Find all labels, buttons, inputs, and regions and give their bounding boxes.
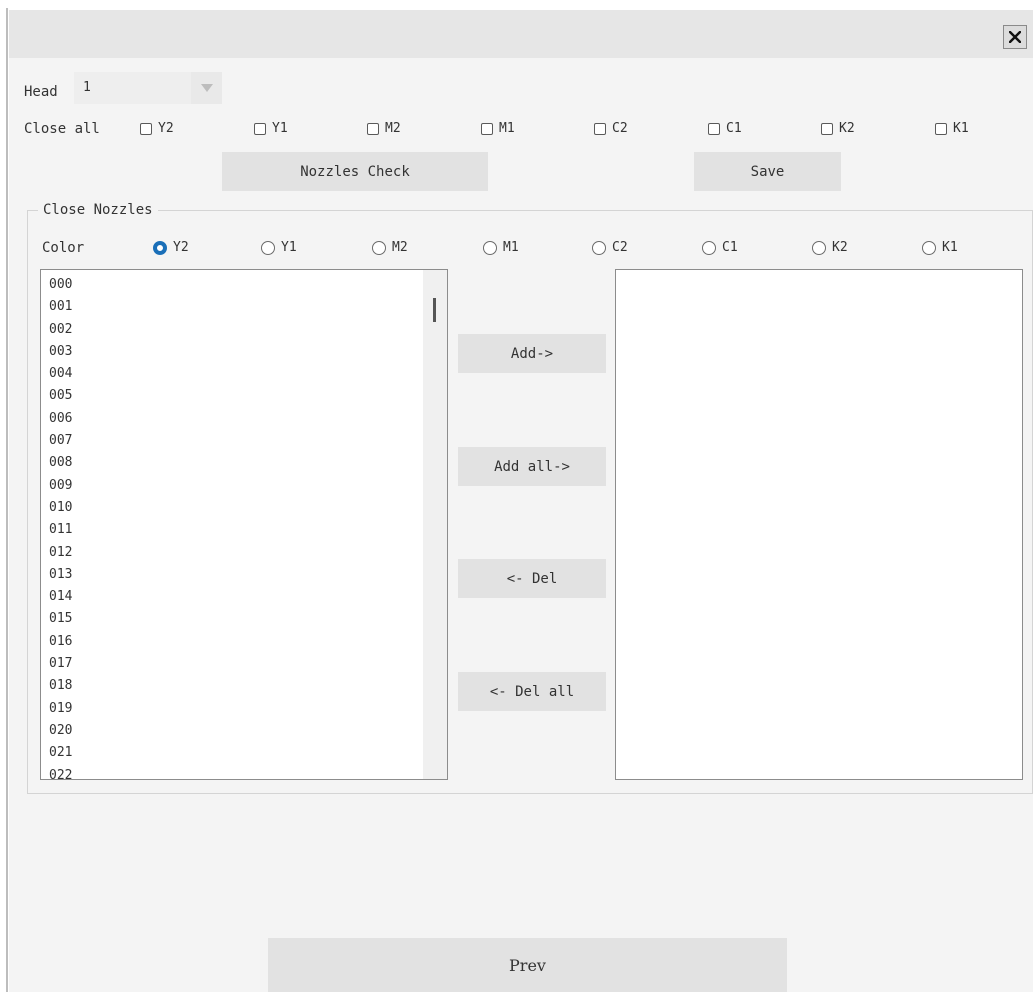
available-nozzles-items: 000 001 002 003 004 005 006 007 008 009 010 011 012 0… [41,274,72,779]
color-radio-k2[interactable]: K2 [812,240,848,255]
list-item[interactable]: 007 [41,430,72,452]
checkbox-label: C1 [726,121,742,136]
close-all-checkbox-y1[interactable]: Y1 [254,121,288,136]
checkbox-label: K2 [839,121,855,136]
checkbox-box[interactable] [821,122,833,135]
radio-dot[interactable] [812,240,826,255]
checkbox-box[interactable] [708,122,720,135]
list-item[interactable]: 005 [41,385,72,407]
radio-label: K1 [942,240,958,255]
list-item[interactable]: 006 [41,408,72,430]
color-radio-m2[interactable]: M2 [372,240,408,255]
list-item[interactable]: 001 [41,296,72,318]
close-all-label: Close all [24,121,100,137]
list-item[interactable]: 003 [41,341,72,363]
radio-label: Y1 [281,240,297,255]
list-item[interactable]: 004 [41,363,72,385]
checkbox-label: K1 [953,121,969,136]
radio-dot[interactable] [483,240,497,255]
list-item[interactable]: 011 [41,519,72,541]
radio-label: M2 [392,240,408,255]
head-select[interactable]: 1 [74,72,222,104]
radio-dot[interactable] [153,240,167,255]
list-item[interactable]: 020 [41,720,72,742]
color-radio-y1[interactable]: Y1 [261,240,297,255]
close-icon [1009,31,1021,43]
checkbox-label: Y2 [158,121,174,136]
color-label: Color [42,240,85,256]
radio-label: M1 [503,240,519,255]
list-item[interactable]: 021 [41,742,72,764]
list-item[interactable]: 015 [41,608,72,630]
close-all-checkbox-m2[interactable]: M2 [367,121,401,136]
list-item[interactable]: 012 [41,542,72,564]
checkbox-label: Y1 [272,121,288,136]
close-all-checkbox-c1[interactable]: C1 [708,121,742,136]
list-item[interactable]: 016 [41,631,72,653]
close-all-checkbox-k1[interactable]: K1 [935,121,969,136]
checkbox-label: M1 [499,121,515,136]
save-button[interactable]: Save [694,152,841,191]
list-item[interactable]: 018 [41,675,72,697]
list-item[interactable]: 014 [41,586,72,608]
del-all-button[interactable]: <- Del all [458,672,606,711]
radio-dot[interactable] [372,240,386,255]
head-label: Head [24,84,58,100]
list-item[interactable]: 022 [41,765,72,779]
radio-label: C1 [722,240,738,255]
radio-label: Y2 [173,240,189,255]
head-select-value: 1 [83,80,91,95]
color-radio-c2[interactable]: C2 [592,240,628,255]
radio-dot[interactable] [922,240,936,255]
list-item[interactable]: 013 [41,564,72,586]
list-item[interactable]: 002 [41,319,72,341]
add-all-button[interactable]: Add all-> [458,447,606,486]
color-radio-k1[interactable]: K1 [922,240,958,255]
list-item[interactable]: 000 [41,274,72,296]
window-edge [0,0,9,992]
checkbox-box[interactable] [140,122,152,135]
radio-dot[interactable] [261,240,275,255]
del-button[interactable]: <- Del [458,559,606,598]
list-item[interactable]: 008 [41,452,72,474]
close-all-checkbox-y2[interactable]: Y2 [140,121,174,136]
color-radio-y2[interactable]: Y2 [153,240,189,255]
checkbox-box[interactable] [367,122,379,135]
close-nozzles-title: Close Nozzles [38,202,158,218]
checkbox-label: M2 [385,121,401,136]
available-nozzles-list[interactable]: 000 001 002 003 004 005 006 007 008 009 010 011 012 0… [40,269,448,780]
list-item[interactable]: 019 [41,698,72,720]
close-button[interactable] [1003,25,1027,49]
list-item[interactable]: 010 [41,497,72,519]
scrollbar-thumb[interactable] [433,298,436,322]
checkbox-box[interactable] [935,122,947,135]
checkbox-label: C2 [612,121,628,136]
list-item[interactable]: 009 [41,475,72,497]
checkbox-box[interactable] [254,122,266,135]
nozzles-check-button[interactable]: Nozzles Check [222,152,488,191]
color-radio-c1[interactable]: C1 [702,240,738,255]
add-button[interactable]: Add-> [458,334,606,373]
close-all-checkbox-m1[interactable]: M1 [481,121,515,136]
chevron-down-icon[interactable] [191,72,222,104]
radio-dot[interactable] [592,240,606,255]
radio-label: K2 [832,240,848,255]
checkbox-box[interactable] [481,122,493,135]
color-radio-m1[interactable]: M1 [483,240,519,255]
list-scrollbar[interactable] [423,270,447,779]
radio-dot[interactable] [702,240,716,255]
radio-label: C2 [612,240,628,255]
checkbox-box[interactable] [594,122,606,135]
prev-button[interactable]: Prev [268,938,787,992]
title-bar [9,10,1033,58]
list-item[interactable]: 017 [41,653,72,675]
close-all-checkbox-k2[interactable]: K2 [821,121,855,136]
close-all-checkbox-c2[interactable]: C2 [594,121,628,136]
closed-nozzles-list[interactable] [615,269,1023,780]
